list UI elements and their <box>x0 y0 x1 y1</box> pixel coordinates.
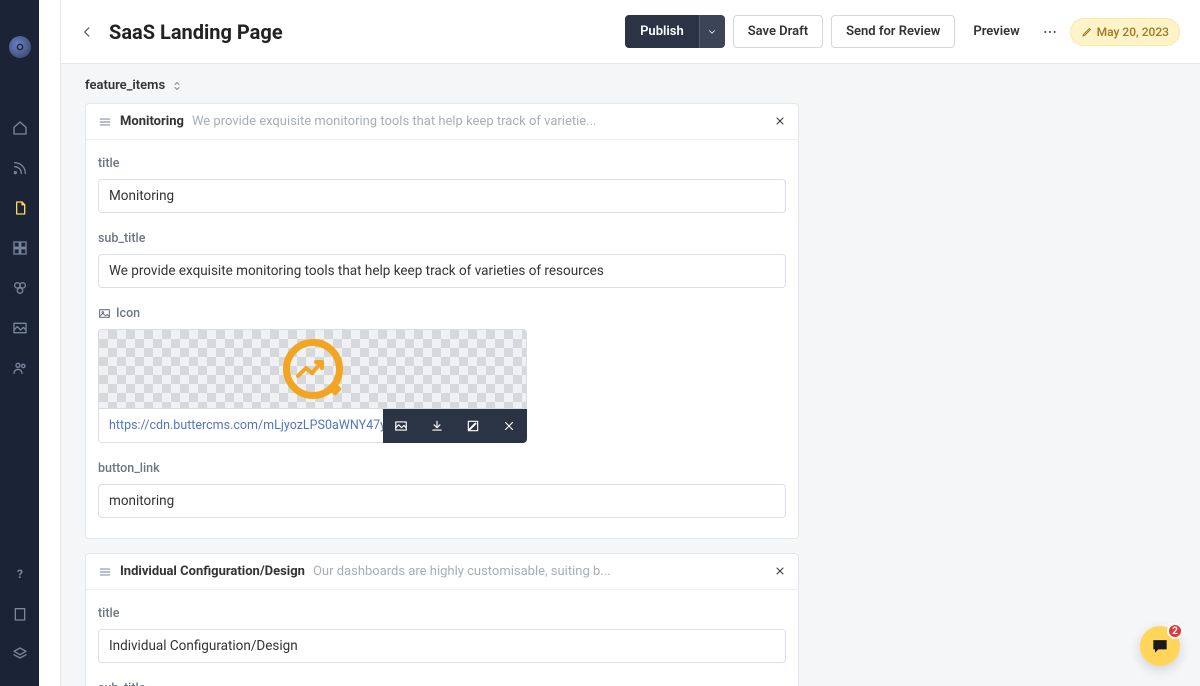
media-edit-button[interactable] <box>455 409 491 443</box>
field-label: sub_title <box>98 231 786 246</box>
close-icon <box>774 565 786 577</box>
page-icon <box>12 200 28 216</box>
component-icon <box>12 280 28 296</box>
feature-item-card: Individual Configuration/Design Our dash… <box>85 553 799 686</box>
dots-icon <box>1042 24 1058 40</box>
title-input[interactable] <box>98 179 786 213</box>
nav-help[interactable]: ? <box>0 554 39 594</box>
app-logo[interactable] <box>9 36 31 58</box>
publish-dropdown[interactable] <box>699 15 725 48</box>
secondary-strip <box>39 0 61 686</box>
nav-home[interactable] <box>0 108 39 148</box>
chat-bubble[interactable]: 2 <box>1140 626 1180 666</box>
sort-icon[interactable] <box>171 80 183 92</box>
pencil-icon <box>1081 26 1093 38</box>
field-label: title <box>98 606 786 621</box>
field-label: Icon <box>98 306 786 321</box>
nav-docs[interactable] <box>0 594 39 634</box>
card-head-title: Monitoring <box>120 114 184 129</box>
x-icon <box>502 419 516 433</box>
card-header: Monitoring We provide exquisite monitori… <box>86 104 798 140</box>
card-header: Individual Configuration/Design Our dash… <box>86 554 798 590</box>
image-icon <box>12 320 28 336</box>
save-draft-button[interactable]: Save Draft <box>733 15 823 48</box>
nav-media[interactable] <box>0 308 39 348</box>
card-body: title sub_title Icon <box>86 140 798 538</box>
caret-down-icon <box>707 27 717 37</box>
page-title: SaaS Landing Page <box>109 20 283 44</box>
publish-button[interactable]: Publish <box>625 15 699 48</box>
field-icon: Icon https://cdn.buttercms.com/mLjyozLPS… <box>98 306 786 443</box>
help-icon: ? <box>12 566 28 582</box>
field-button-link: button_link <box>98 461 786 518</box>
content-area: feature_items Monitoring We provide exqu… <box>61 64 1200 686</box>
send-for-review-button[interactable]: Send for Review <box>831 15 955 48</box>
preview-button[interactable]: Preview <box>963 16 1029 47</box>
publish-split: Publish <box>625 15 725 48</box>
media-bar: https://cdn.buttercms.com/mLjyozLPS0aWNY… <box>98 409 527 443</box>
card-remove-button[interactable] <box>774 562 786 581</box>
media-url[interactable]: https://cdn.buttercms.com/mLjyozLPS0aWNY… <box>98 409 383 443</box>
drag-handle-icon[interactable] <box>98 565 112 579</box>
topbar: SaaS Landing Page Publish Save Draft Sen… <box>61 0 1200 64</box>
library-icon <box>394 419 408 433</box>
field-label: button_link <box>98 461 786 476</box>
top-actions: Publish Save Draft Send for Review Previ… <box>625 15 1180 48</box>
nav-pages[interactable] <box>0 188 39 228</box>
nav-blog[interactable] <box>0 148 39 188</box>
card-head-subtitle: Our dashboards are highly customisable, … <box>313 564 611 579</box>
field-title: title <box>98 156 786 213</box>
field-subtitle: sub_title <box>98 681 786 686</box>
grid-icon <box>12 240 28 256</box>
chevron-left-icon <box>80 25 94 39</box>
field-label: sub_title <box>98 681 786 686</box>
media-box: https://cdn.buttercms.com/mLjyozLPS0aWNY… <box>98 329 527 443</box>
nav-users[interactable] <box>0 348 39 388</box>
left-rail: ? <box>0 0 39 686</box>
more-button[interactable] <box>1038 24 1062 40</box>
preview-icon <box>283 339 343 399</box>
nav-layers[interactable] <box>0 634 39 674</box>
home-icon <box>12 120 28 136</box>
media-download-button[interactable] <box>419 409 455 443</box>
feature-item-card: Monitoring We provide exquisite monitori… <box>85 103 799 539</box>
users-icon <box>12 360 28 376</box>
media-actions <box>383 409 527 443</box>
main-area: SaaS Landing Page Publish Save Draft Sen… <box>61 0 1200 686</box>
date-text: May 20, 2023 <box>1097 25 1169 39</box>
field-label: title <box>98 156 786 171</box>
chat-badge: 2 <box>1167 623 1183 639</box>
nav-collections[interactable] <box>0 228 39 268</box>
book-icon <box>12 606 28 622</box>
card-head-subtitle: We provide exquisite monitoring tools th… <box>192 114 597 129</box>
media-preview[interactable] <box>98 329 527 409</box>
title-input[interactable] <box>98 629 786 663</box>
card-remove-button[interactable] <box>774 112 786 131</box>
chat-icon <box>1150 636 1170 656</box>
download-icon <box>430 419 444 433</box>
edit-icon <box>466 419 480 433</box>
date-chip: May 20, 2023 <box>1070 18 1180 46</box>
back-button[interactable] <box>75 20 99 44</box>
subtitle-input[interactable] <box>98 254 786 288</box>
section-label: feature_items <box>85 78 1180 93</box>
layers-icon <box>12 646 28 662</box>
drag-handle-icon[interactable] <box>98 115 112 129</box>
field-subtitle: sub_title <box>98 231 786 288</box>
rss-icon <box>12 160 28 176</box>
close-icon <box>774 115 786 127</box>
card-body: title sub_title <box>86 590 798 686</box>
svg-text:?: ? <box>17 567 23 581</box>
nav-components[interactable] <box>0 268 39 308</box>
image-field-icon <box>98 307 111 320</box>
card-head-title: Individual Configuration/Design <box>120 564 305 579</box>
field-title: title <box>98 606 786 663</box>
media-clear-button[interactable] <box>491 409 527 443</box>
section-label-text: feature_items <box>85 78 165 93</box>
media-library-button[interactable] <box>383 409 419 443</box>
button-link-input[interactable] <box>98 484 786 518</box>
